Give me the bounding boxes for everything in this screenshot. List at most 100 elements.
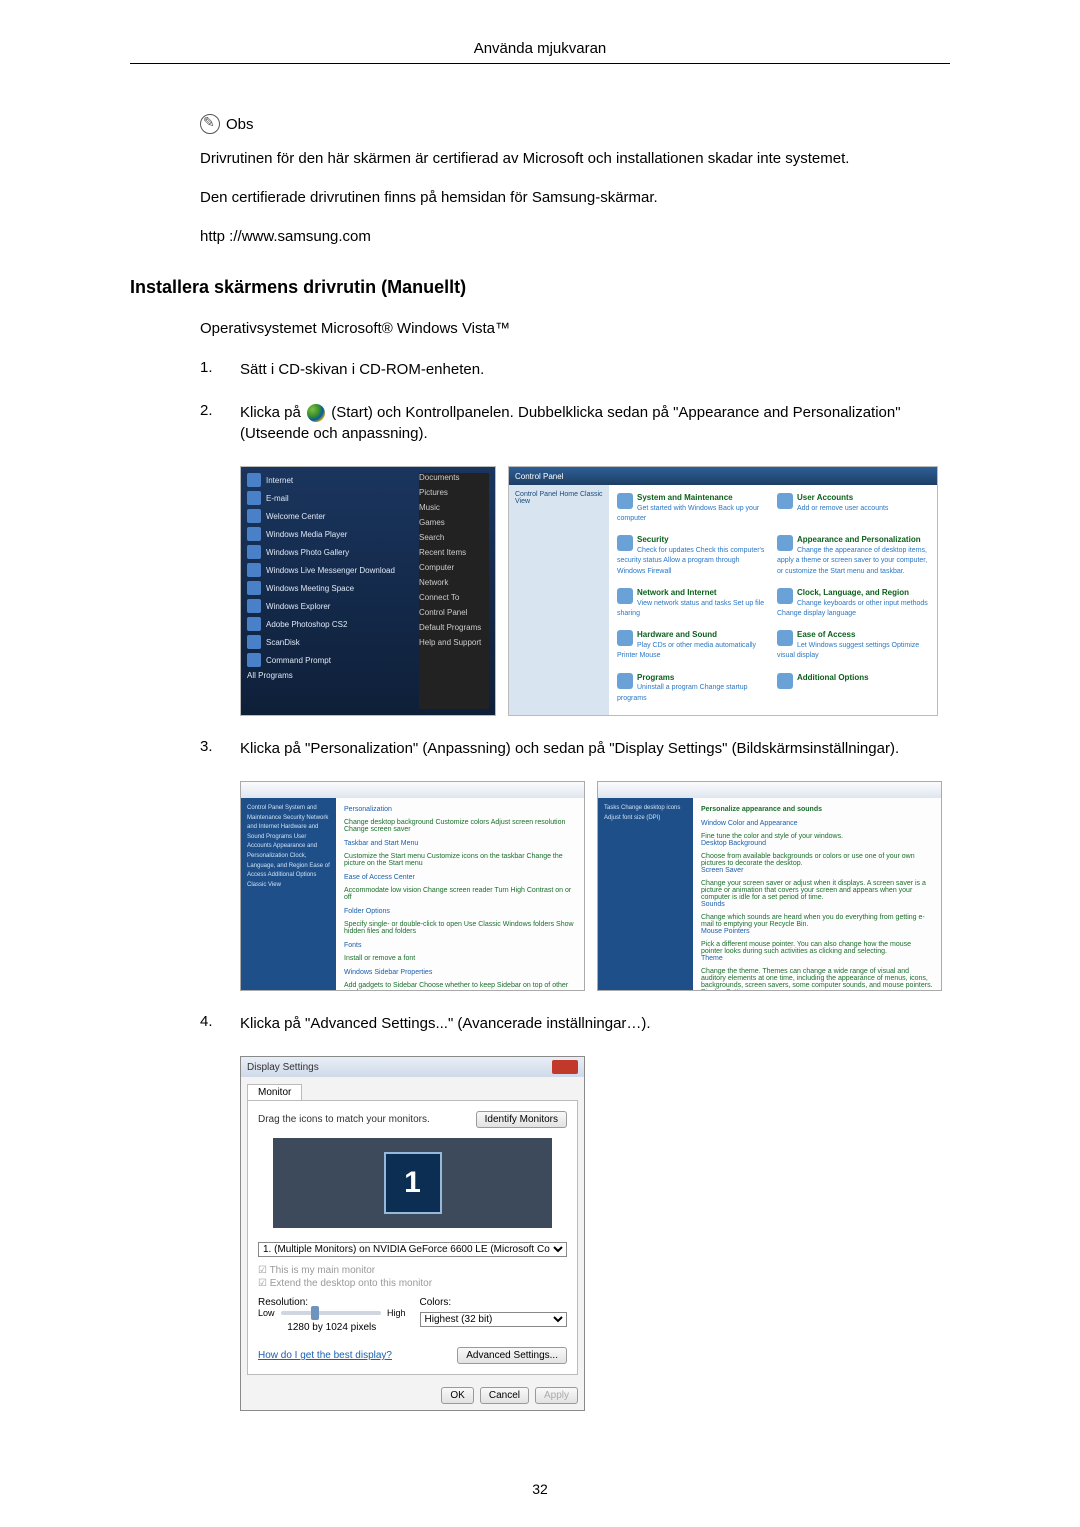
- start-item[interactable]: Windows Explorer: [266, 602, 330, 611]
- identify-monitors-button[interactable]: Identify Monitors: [476, 1111, 567, 1128]
- mouse-link[interactable]: Mouse Pointers: [701, 928, 933, 935]
- category-icon: [777, 493, 793, 509]
- monitor-preview[interactable]: 1: [273, 1138, 551, 1228]
- cancel-button[interactable]: Cancel: [480, 1387, 529, 1404]
- theme-link[interactable]: Theme: [701, 955, 933, 962]
- apply-button[interactable]: Apply: [535, 1387, 578, 1404]
- start-item[interactable]: Windows Live Messenger Download: [266, 566, 395, 575]
- start-right-item[interactable]: Connect To: [419, 593, 489, 602]
- start-item[interactable]: Windows Meeting Space: [266, 584, 354, 593]
- monitor-select[interactable]: 1. (Multiple Monitors) on NVIDIA GeForce…: [258, 1242, 567, 1257]
- start-item[interactable]: Internet: [266, 476, 293, 485]
- category-icon: [777, 535, 793, 551]
- category-icon: [617, 535, 633, 551]
- taskbar-link[interactable]: Taskbar and Start Menu: [344, 840, 576, 847]
- program-icon: [247, 581, 261, 595]
- note-paragraph-2: Den certifierade drivrutinen finns på he…: [200, 187, 950, 208]
- program-icon: [247, 545, 261, 559]
- program-icon: [247, 509, 261, 523]
- page-header: Använda mjukvaran: [130, 40, 950, 57]
- folder-link[interactable]: Folder Options: [344, 908, 576, 915]
- note-url: http ://www.samsung.com: [200, 226, 950, 247]
- close-icon[interactable]: [552, 1060, 578, 1074]
- screenshot-step3: Control Panel System and Maintenance Sec…: [240, 781, 950, 991]
- start-right-item[interactable]: Documents: [419, 473, 489, 482]
- cp-category[interactable]: Additional Options: [777, 673, 929, 707]
- start-menu-right-col: Documents Pictures Music Games Search Re…: [419, 473, 489, 709]
- start-right-item[interactable]: Search: [419, 533, 489, 542]
- start-item[interactable]: Windows Media Player: [266, 530, 347, 539]
- start-right-item[interactable]: Games: [419, 518, 489, 527]
- window-color-link[interactable]: Window Color and Appearance: [701, 820, 933, 827]
- start-item[interactable]: Windows Photo Gallery: [266, 548, 349, 557]
- section-heading: Installera skärmens drivrutin (Manuellt): [130, 277, 950, 298]
- cp-category[interactable]: Ease of AccessLet Windows suggest settin…: [777, 630, 929, 664]
- high-label: High: [387, 1308, 406, 1318]
- cp-category[interactable]: ProgramsUninstall a program Change start…: [617, 673, 769, 707]
- page-number: 32: [0, 1481, 1080, 1497]
- resolution-slider[interactable]: [281, 1311, 381, 1315]
- start-right-item[interactable]: Control Panel: [419, 608, 489, 617]
- extend-desktop-checkbox[interactable]: ☑ Extend the desktop onto this monitor: [258, 1278, 567, 1289]
- help-link[interactable]: How do I get the best display?: [258, 1350, 392, 1361]
- colors-select[interactable]: Highest (32 bit): [420, 1312, 568, 1327]
- cp-category[interactable]: System and MaintenanceGet started with W…: [617, 493, 769, 527]
- program-icon: [247, 491, 261, 505]
- category-icon: [617, 588, 633, 604]
- appearance-main: Personalization Change desktop backgroun…: [336, 798, 584, 990]
- colors-label: Colors:: [420, 1297, 568, 1308]
- program-icon: [247, 617, 261, 631]
- personalization-nav: Tasks Change desktop icons Adjust font s…: [598, 798, 693, 990]
- step-text-3: Klicka på "Personalization" (Anpassning)…: [240, 738, 950, 759]
- category-icon: [777, 673, 793, 689]
- start-item[interactable]: ScanDisk: [266, 638, 300, 647]
- cp-category[interactable]: Clock, Language, and RegionChange keyboa…: [777, 588, 929, 622]
- display-settings-link[interactable]: Display Settings: [701, 989, 933, 991]
- slider-thumb[interactable]: [311, 1306, 319, 1320]
- appearance-nav: Control Panel System and Maintenance Sec…: [241, 798, 336, 990]
- cp-category-appearance[interactable]: Appearance and PersonalizationChange the…: [777, 535, 929, 580]
- desktop-bg-link[interactable]: Desktop Background: [701, 840, 933, 847]
- start-right-item[interactable]: Pictures: [419, 488, 489, 497]
- monitor-tab[interactable]: Monitor: [247, 1084, 302, 1101]
- personalization-window: Tasks Change desktop icons Adjust font s…: [597, 781, 942, 991]
- start-item[interactable]: Adobe Photoshop CS2: [266, 620, 347, 629]
- start-right-item[interactable]: Computer: [419, 563, 489, 572]
- monitor-icon[interactable]: 1: [384, 1152, 442, 1214]
- sounds-link[interactable]: Sounds: [701, 901, 933, 908]
- start-item[interactable]: Command Prompt: [266, 656, 331, 665]
- cp-category[interactable]: User AccountsAdd or remove user accounts: [777, 493, 929, 527]
- step-text-2: Klicka på (Start) och Kontrollpanelen. D…: [240, 402, 950, 444]
- resolution-value: 1280 by 1024 pixels: [258, 1322, 406, 1333]
- start-right-item[interactable]: Music: [419, 503, 489, 512]
- start-right-item[interactable]: Default Programs: [419, 623, 489, 632]
- sidebar-link[interactable]: Windows Sidebar Properties: [344, 969, 576, 976]
- window-titlebar: [598, 782, 941, 798]
- fonts-link[interactable]: Fonts: [344, 942, 576, 949]
- drag-instruction: Drag the icons to match your monitors.: [258, 1114, 430, 1125]
- program-icon: [247, 473, 261, 487]
- cp-category[interactable]: Hardware and SoundPlay CDs or other medi…: [617, 630, 769, 664]
- cp-category[interactable]: Network and InternetView network status …: [617, 588, 769, 622]
- step2-text-b: (Start) och Kontrollpanelen. Dubbelklick…: [240, 404, 901, 442]
- header-divider: [130, 63, 950, 64]
- start-item[interactable]: Welcome Center: [266, 512, 325, 521]
- ease-link[interactable]: Ease of Access Center: [344, 874, 576, 881]
- ok-button[interactable]: OK: [441, 1387, 473, 1404]
- personalization-link[interactable]: Personalization: [344, 806, 576, 813]
- cp-category[interactable]: SecurityCheck for updates Check this com…: [617, 535, 769, 580]
- personalization-title: Personalize appearance and sounds: [701, 806, 822, 813]
- program-icon: [247, 635, 261, 649]
- start-right-item[interactable]: Recent Items: [419, 548, 489, 557]
- start-right-item[interactable]: Help and Support: [419, 638, 489, 647]
- control-panel-titlebar: Control Panel: [509, 467, 937, 485]
- advanced-settings-button[interactable]: Advanced Settings...: [457, 1347, 567, 1364]
- screensaver-link[interactable]: Screen Saver: [701, 867, 933, 874]
- start-item[interactable]: E-mail: [266, 494, 289, 503]
- start-right-item[interactable]: Network: [419, 578, 489, 587]
- start-item[interactable]: All Programs: [247, 671, 293, 680]
- program-icon: [247, 527, 261, 541]
- display-settings-dialog: Display Settings Monitor Drag the icons …: [240, 1056, 585, 1411]
- start-menu-window: Internet E-mail Welcome Center Windows M…: [240, 466, 496, 716]
- main-monitor-checkbox[interactable]: ☑ This is my main monitor: [258, 1265, 567, 1276]
